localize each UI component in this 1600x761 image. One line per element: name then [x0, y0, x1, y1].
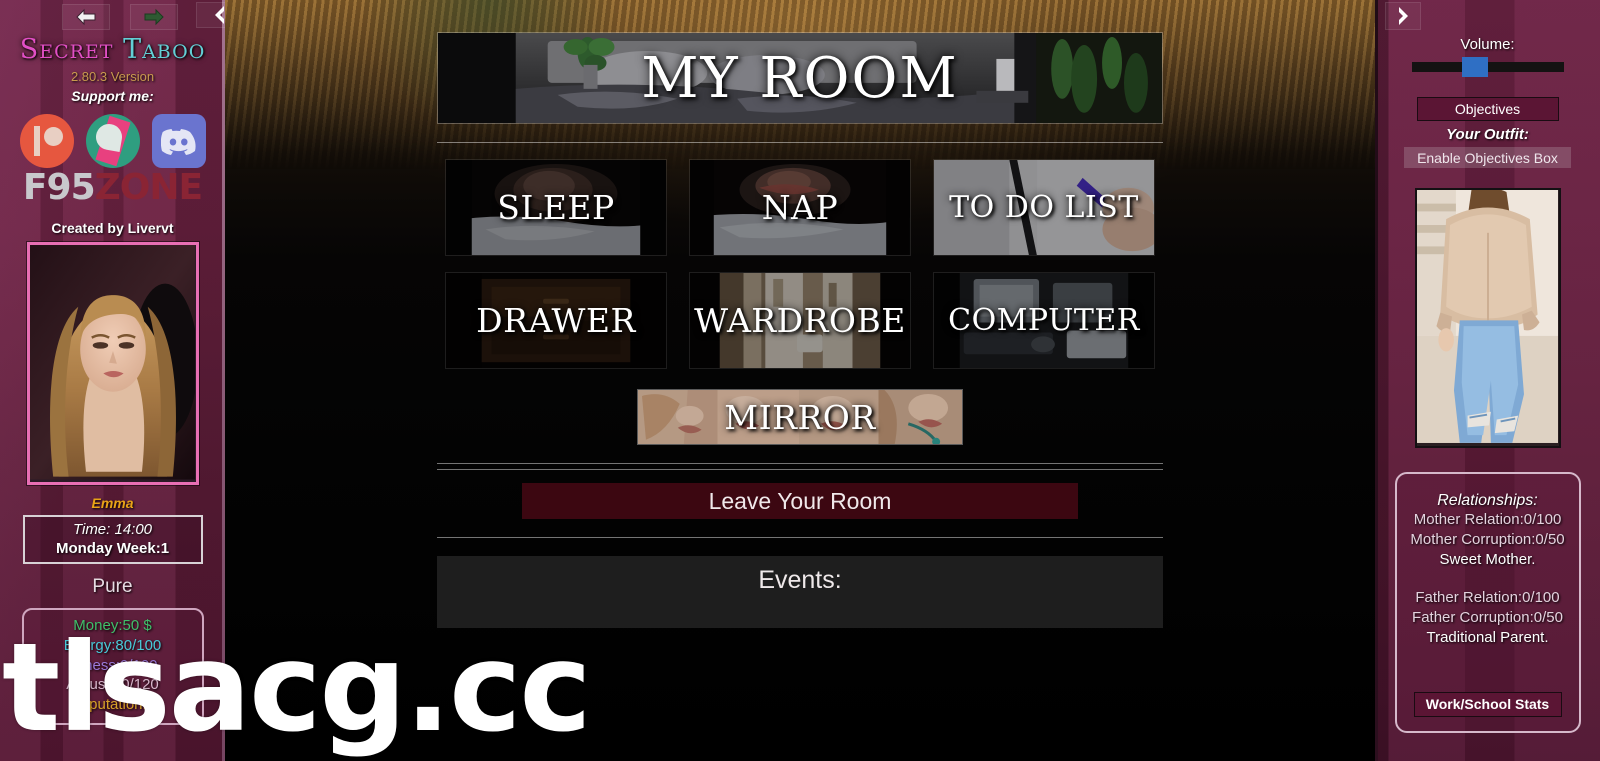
- stat-money: Money:50 $: [73, 617, 152, 634]
- character-name: Emma: [91, 495, 134, 511]
- arrow-right-icon: [143, 8, 165, 26]
- stat-energy: Energy:80/100: [63, 636, 162, 654]
- volume-slider[interactable]: [1411, 57, 1564, 77]
- tile-to-do-list-label: TO DO LIST: [949, 190, 1139, 225]
- leave-room-button[interactable]: Leave Your Room: [522, 483, 1078, 519]
- history-nav-bar: [0, 0, 225, 30]
- tile-nap[interactable]: NAP: [689, 159, 911, 256]
- tile-nap-label: NAP: [761, 188, 839, 227]
- mother-relation: Mother Relation:0/100: [1413, 511, 1562, 528]
- volume-label: Volume:: [1460, 36, 1515, 53]
- chevron-right-icon: [1395, 5, 1411, 27]
- objectives-button[interactable]: Objectives: [1416, 97, 1559, 121]
- f95zone-logo-part1: F95: [22, 167, 96, 208]
- character-portrait: [26, 242, 199, 485]
- work-school-stats-label: Work/School Stats: [1425, 696, 1550, 713]
- support-label: Support me:: [71, 88, 154, 104]
- father-trait: Traditional Parent.: [1426, 628, 1549, 646]
- events-panel: Events:: [437, 556, 1163, 628]
- purity-status: Pure: [92, 576, 133, 597]
- father-relation: Father Relation:0/100: [1415, 588, 1560, 606]
- creator-label: Created by Livervt: [51, 220, 174, 236]
- tile-wardrobe[interactable]: WARDROBE: [689, 272, 911, 369]
- subscribestar-icon[interactable]: [85, 114, 140, 168]
- outfit-preview: [1414, 188, 1561, 448]
- work-school-stats-button[interactable]: Work/School Stats: [1413, 691, 1562, 717]
- divider-middle: [437, 463, 1163, 470]
- f95zone-logo[interactable]: F95ZONE: [0, 170, 225, 206]
- game-title: Secret Taboo: [0, 34, 225, 65]
- main-content: MY ROOM SLEEP NAP TO DO LIST DRAWER WARD…: [225, 0, 1375, 761]
- divider-bottom: [437, 537, 1163, 538]
- day-week-label: Monday Week:1: [55, 540, 170, 557]
- relationships-panel: Relationships: Mother Relation:0/100 Mot…: [1394, 472, 1581, 733]
- patreon-icon[interactable]: [19, 114, 74, 168]
- version-label: 2.80.3 Version: [70, 69, 155, 84]
- mother-corruption: Mother Corruption:0/50: [1410, 530, 1565, 548]
- action-row-1: SLEEP NAP TO DO LIST: [225, 159, 1375, 256]
- room-banner: MY ROOM: [437, 32, 1163, 124]
- mother-trait: Sweet Mother.: [1439, 550, 1536, 568]
- tile-sleep[interactable]: SLEEP: [445, 159, 667, 256]
- tile-mirror-label: MIRROR: [724, 397, 876, 437]
- left-sidebar: Secret Taboo 2.80.3 Version Support me: …: [0, 0, 225, 761]
- outfit-label: Your Outfit:: [1446, 126, 1529, 143]
- back-button[interactable]: [62, 4, 110, 30]
- stat-reputation: Reputation:0: [69, 696, 156, 714]
- action-row-2: DRAWER WARDROBE COMPUTER: [225, 272, 1375, 369]
- relationships-title: Relationships:: [1437, 492, 1538, 509]
- divider-top: [437, 142, 1163, 143]
- tile-sleep-label: SLEEP: [497, 188, 615, 227]
- collapse-right-panel-button[interactable]: [1385, 2, 1421, 30]
- forward-button[interactable]: [130, 4, 178, 30]
- volume-slider-thumb[interactable]: [1461, 57, 1488, 77]
- social-links: [0, 114, 225, 168]
- f95zone-logo-part2: ZONE: [94, 167, 203, 208]
- portrait-image: [29, 245, 196, 480]
- enable-objectives-box-button[interactable]: Enable Objectives Box: [1404, 147, 1571, 168]
- right-sidebar: Volume: Objectives Your Outfit: Enable O…: [1375, 0, 1600, 761]
- tile-drawer-label: DRAWER: [476, 301, 636, 340]
- game-window: Secret Taboo 2.80.3 Version Support me: …: [0, 0, 1600, 761]
- game-title-part1: Secret: [19, 34, 114, 65]
- arrow-left-icon: [75, 8, 97, 26]
- enable-objectives-label: Enable Objectives Box: [1417, 149, 1558, 166]
- leave-room-label: Leave Your Room: [708, 487, 892, 514]
- objectives-label: Objectives: [1454, 101, 1521, 117]
- tile-to-do-list[interactable]: TO DO LIST: [933, 159, 1155, 256]
- events-label: Events:: [758, 566, 842, 594]
- stat-arousal: Arousal:0/120: [66, 676, 159, 694]
- stats-box: Money:50 $ Energy:80/100 Fitness:0/100 A…: [21, 608, 204, 725]
- collapse-left-panel-button[interactable]: [196, 2, 225, 28]
- tile-computer[interactable]: COMPUTER: [933, 272, 1155, 369]
- tile-computer-label: COMPUTER: [948, 303, 1140, 338]
- time-box: Time: 14:00 Monday Week:1: [22, 515, 203, 564]
- relationships-spacer: [1397, 570, 1579, 588]
- tile-mirror[interactable]: MIRROR: [637, 389, 963, 445]
- game-title-part2: Taboo: [123, 34, 206, 65]
- stat-fitness: Fitness:0/100: [67, 656, 158, 674]
- father-corruption: Father Corruption:0/50: [1412, 608, 1563, 626]
- discord-icon[interactable]: [151, 114, 206, 168]
- tile-drawer[interactable]: DRAWER: [445, 272, 667, 369]
- right-nav-bar: [1375, 0, 1600, 30]
- time-label: Time: 14:00: [72, 521, 153, 538]
- page-title: MY ROOM: [641, 45, 959, 111]
- outfit-image: [1416, 190, 1559, 443]
- chevron-left-icon: [212, 4, 225, 26]
- tile-wardrobe-label: WARDROBE: [694, 301, 906, 340]
